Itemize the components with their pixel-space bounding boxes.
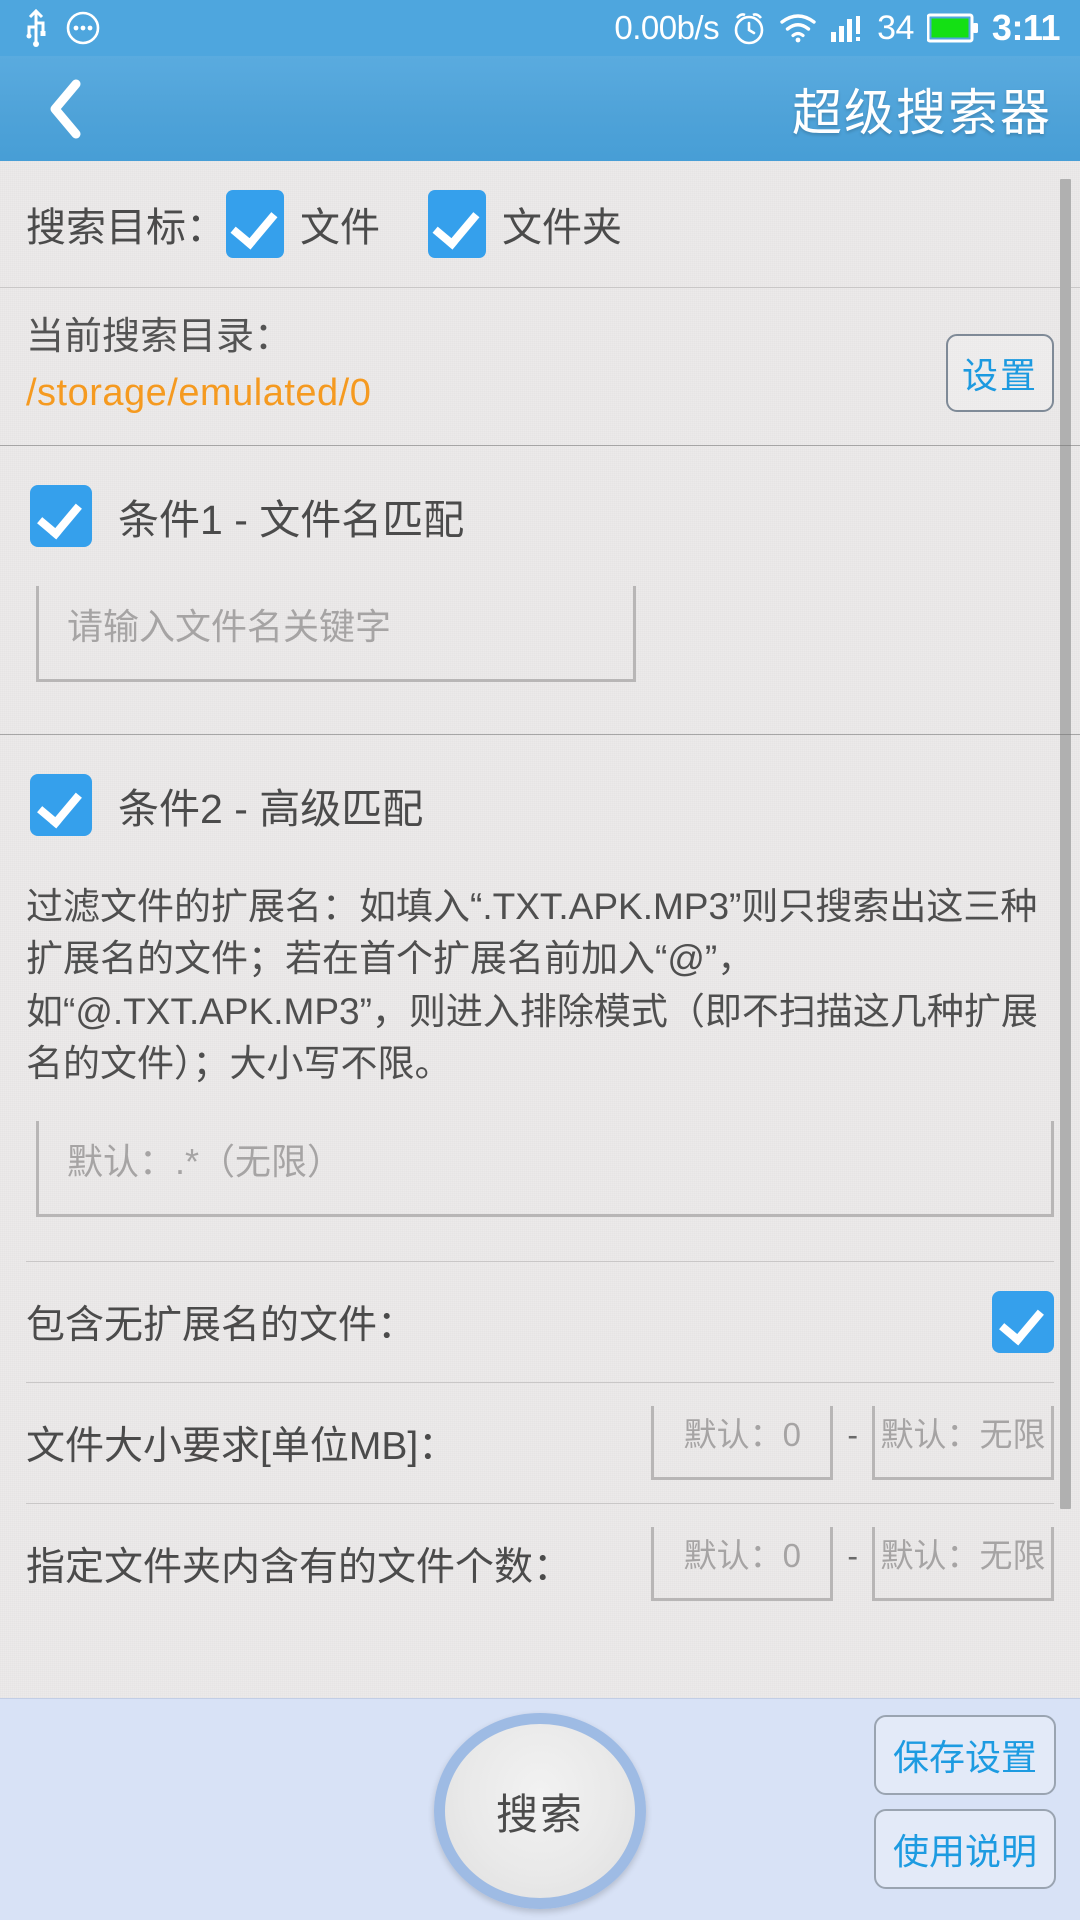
app-screen: 0.00b/s 34 3:11 超级搜索器 搜索目标： 文件 文件夹 当前搜索目… (0, 0, 1080, 1920)
condition1-title: 条件1 - 文件名匹配 (118, 496, 465, 543)
checkbox-folder[interactable] (428, 190, 486, 258)
folder-count-min-input[interactable]: 默认：0 (651, 1526, 834, 1601)
checkbox-condition1[interactable] (30, 484, 92, 547)
condition2-header: 条件2 - 高级匹配 (26, 735, 1054, 875)
usb-icon (24, 9, 48, 47)
search-button-label: 搜索 (495, 1790, 584, 1838)
more-dots-icon (66, 11, 100, 45)
battery-percent-label: 34 (877, 8, 914, 47)
status-bar: 0.00b/s 34 3:11 (0, 0, 1080, 56)
include-no-extension-row: 包含无扩展名的文件： (26, 1262, 1054, 1382)
condition2-description: 过滤文件的扩展名：如填入“.TXT.APK.MP3”则只搜索出这三种扩展名的文件… (26, 885, 1038, 1085)
current-directory-section: 当前搜索目录： /storage/emulated/0 设置 (0, 288, 1080, 445)
file-size-max-input[interactable]: 默认：无限 (872, 1405, 1054, 1480)
page-title: 超级搜索器 (792, 84, 1052, 141)
save-settings-button[interactable]: 保存设置 (874, 1715, 1056, 1795)
back-button[interactable] (30, 73, 102, 145)
filename-keyword-placeholder: 请输入文件名关键字 (67, 606, 392, 647)
file-size-min-input[interactable]: 默认：0 (651, 1405, 834, 1480)
condition2-title: 条件2 - 高级匹配 (118, 785, 424, 832)
file-size-range: 默认：0 - 默认：无限 (651, 1405, 1054, 1480)
folder-count-range-separator: - (847, 1538, 858, 1575)
folder-count-max-input[interactable]: 默认：无限 (872, 1526, 1054, 1601)
file-size-min-placeholder: 默认：0 (683, 1415, 802, 1453)
checkbox-condition2[interactable] (30, 773, 92, 836)
bottom-side-buttons: 保存设置 使用说明 (874, 1715, 1056, 1889)
folder-file-count-row: 指定文件夹内含有的文件个数： 默认：0 - 默认：无限 (26, 1504, 1054, 1624)
back-chevron-icon (43, 78, 89, 140)
file-size-row: 文件大小要求[单位MB]： 默认：0 - 默认：无限 (26, 1383, 1054, 1503)
search-button[interactable]: 搜索 (434, 1713, 646, 1909)
clock-label: 3:11 (991, 7, 1061, 48)
current-directory-path: /storage/emulated/0 (26, 371, 372, 414)
current-directory-label: 当前搜索目录： (26, 316, 293, 358)
include-no-extension-label: 包含无扩展名的文件： (26, 1303, 417, 1347)
search-target-row: 搜索目标： 文件 文件夹 (26, 161, 1054, 287)
condition2-section: 条件2 - 高级匹配 过滤文件的扩展名：如填入“.TXT.APK.MP3”则只搜… (0, 735, 1080, 1624)
extension-filter-placeholder: 默认：.*（无限） (67, 1141, 344, 1183)
settings-scroll-area[interactable]: 搜索目标： 文件 文件夹 当前搜索目录： /storage/emulated/0… (0, 161, 1080, 1698)
condition1-header: 条件1 - 文件名匹配 (26, 446, 1054, 586)
extension-filter-input[interactable]: 默认：.*（无限） (36, 1120, 1054, 1217)
folder-count-max-placeholder: 默认：无限 (880, 1536, 1046, 1574)
folder-file-count-label: 指定文件夹内含有的文件个数： (26, 1545, 573, 1589)
cellular-signal-icon (830, 12, 864, 44)
bottom-action-bar: 搜索 保存设置 使用说明 (0, 1698, 1080, 1920)
checkbox-file[interactable] (226, 190, 284, 258)
status-bar-left (24, 9, 100, 47)
search-target-section: 搜索目标： 文件 文件夹 (0, 161, 1080, 287)
settings-button[interactable]: 设置 (946, 334, 1054, 412)
condition1-section: 条件1 - 文件名匹配 请输入文件名关键字 (0, 446, 1080, 682)
folder-file-count-range: 默认：0 - 默认：无限 (651, 1526, 1054, 1601)
file-size-max-placeholder: 默认：无限 (880, 1415, 1046, 1453)
wifi-icon (779, 13, 817, 43)
checkbox-folder-label: 文件夹 (502, 206, 622, 250)
battery-full-icon (926, 13, 979, 43)
file-size-range-separator: - (847, 1417, 858, 1454)
help-button[interactable]: 使用说明 (874, 1809, 1056, 1889)
checkbox-include-no-extension[interactable] (992, 1290, 1054, 1353)
network-speed-label: 0.00b/s (614, 9, 720, 46)
search-target-label: 搜索目标： (26, 206, 226, 250)
checkbox-file-label: 文件 (300, 206, 380, 250)
alarm-clock-icon (732, 10, 766, 46)
status-bar-right: 0.00b/s 34 3:11 (614, 7, 1060, 49)
title-bar: 超级搜索器 (0, 56, 1080, 161)
filename-keyword-input[interactable]: 请输入文件名关键字 (36, 585, 636, 682)
file-size-label: 文件大小要求[单位MB]： (26, 1424, 458, 1468)
folder-count-min-placeholder: 默认：0 (683, 1536, 802, 1574)
